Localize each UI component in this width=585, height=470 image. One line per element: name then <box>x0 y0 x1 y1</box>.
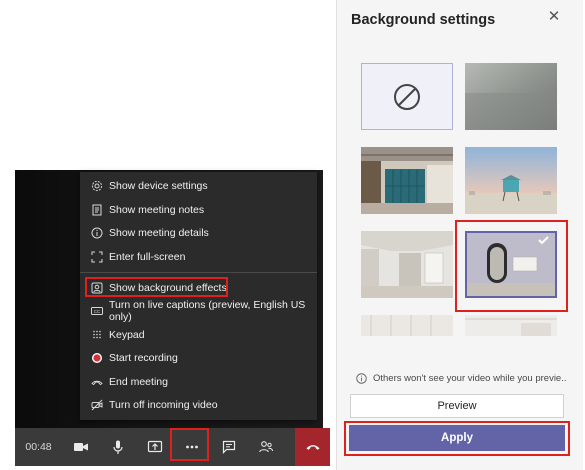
hang-up-button[interactable] <box>295 428 330 466</box>
info-icon <box>91 227 103 239</box>
share-button[interactable] <box>136 428 173 466</box>
gear-icon <box>91 180 103 192</box>
background-none-option[interactable] <box>361 63 453 130</box>
background-beach-option[interactable] <box>465 147 557 214</box>
end-call-icon <box>91 376 103 388</box>
close-icon[interactable]: ✕ <box>547 9 561 24</box>
call-duration: 00:48 <box>25 441 52 453</box>
fullscreen-icon <box>91 251 103 263</box>
participants-icon <box>258 441 273 453</box>
background-partial-room-2-option[interactable] <box>465 315 557 336</box>
record-icon <box>91 352 103 364</box>
participants-button[interactable] <box>247 428 284 466</box>
menu-item-label: Enter full-screen <box>109 251 186 263</box>
notes-icon <box>91 204 103 216</box>
apply-highlight <box>344 421 570 456</box>
background-blur-option[interactable] <box>465 63 557 130</box>
keypad-icon <box>91 329 103 341</box>
menu-item-full-screen[interactable]: Enter full-screen <box>80 246 317 268</box>
chat-icon <box>222 440 235 454</box>
selected-background-highlight <box>455 220 568 312</box>
no-background-icon <box>394 83 420 110</box>
background-office-option[interactable] <box>361 147 453 214</box>
menu-item-label: Show meeting notes <box>109 204 205 216</box>
svg-text:CC: CC <box>94 309 101 314</box>
video-off-icon <box>91 399 103 411</box>
menu-item-turn-off-incoming-video[interactable]: Turn off incoming video <box>80 394 317 416</box>
hang-up-icon <box>306 445 319 450</box>
menu-item-label: Turn on live captions (preview, English … <box>109 299 306 323</box>
menu-item-keypad[interactable]: Keypad <box>80 324 317 346</box>
meeting-toolbar: 00:48 <box>15 428 330 466</box>
camera-icon <box>73 443 88 451</box>
microphone-icon <box>112 440 123 454</box>
preview-button[interactable]: Preview <box>350 394 564 418</box>
menu-item-end-meeting[interactable]: End meeting <box>80 371 317 393</box>
background-effects-highlight <box>85 277 228 297</box>
menu-item-label: Keypad <box>109 329 145 341</box>
menu-item-meeting-notes[interactable]: Show meeting notes <box>80 199 317 221</box>
menu-item-meeting-details[interactable]: Show meeting details <box>80 222 317 244</box>
privacy-info: Others won't see your video while you pr… <box>356 371 566 385</box>
camera-button[interactable] <box>62 428 99 466</box>
menu-item-label: Show meeting details <box>109 227 209 239</box>
captions-icon: CC <box>91 305 103 317</box>
info-icon <box>356 372 367 384</box>
share-icon <box>147 440 162 453</box>
menu-item-label: End meeting <box>109 376 168 388</box>
menu-item-device-settings[interactable]: Show device settings <box>80 175 317 197</box>
panel-title: Background settings <box>351 12 496 28</box>
chat-button[interactable] <box>210 428 247 466</box>
microphone-button[interactable] <box>99 428 136 466</box>
menu-divider <box>80 272 317 273</box>
menu-item-live-captions[interactable]: CC Turn on live captions (preview, Engli… <box>80 299 317 323</box>
menu-item-label: Start recording <box>109 352 178 364</box>
background-partial-room-1-option[interactable] <box>361 315 453 336</box>
privacy-info-text: Others won't see your video while you pr… <box>373 372 566 384</box>
menu-item-label: Show device settings <box>109 180 208 192</box>
menu-item-label: Turn off incoming video <box>109 399 218 411</box>
more-options-highlight <box>170 428 209 461</box>
menu-item-start-recording[interactable]: Start recording <box>80 347 317 369</box>
background-white-room-option[interactable] <box>361 231 453 298</box>
